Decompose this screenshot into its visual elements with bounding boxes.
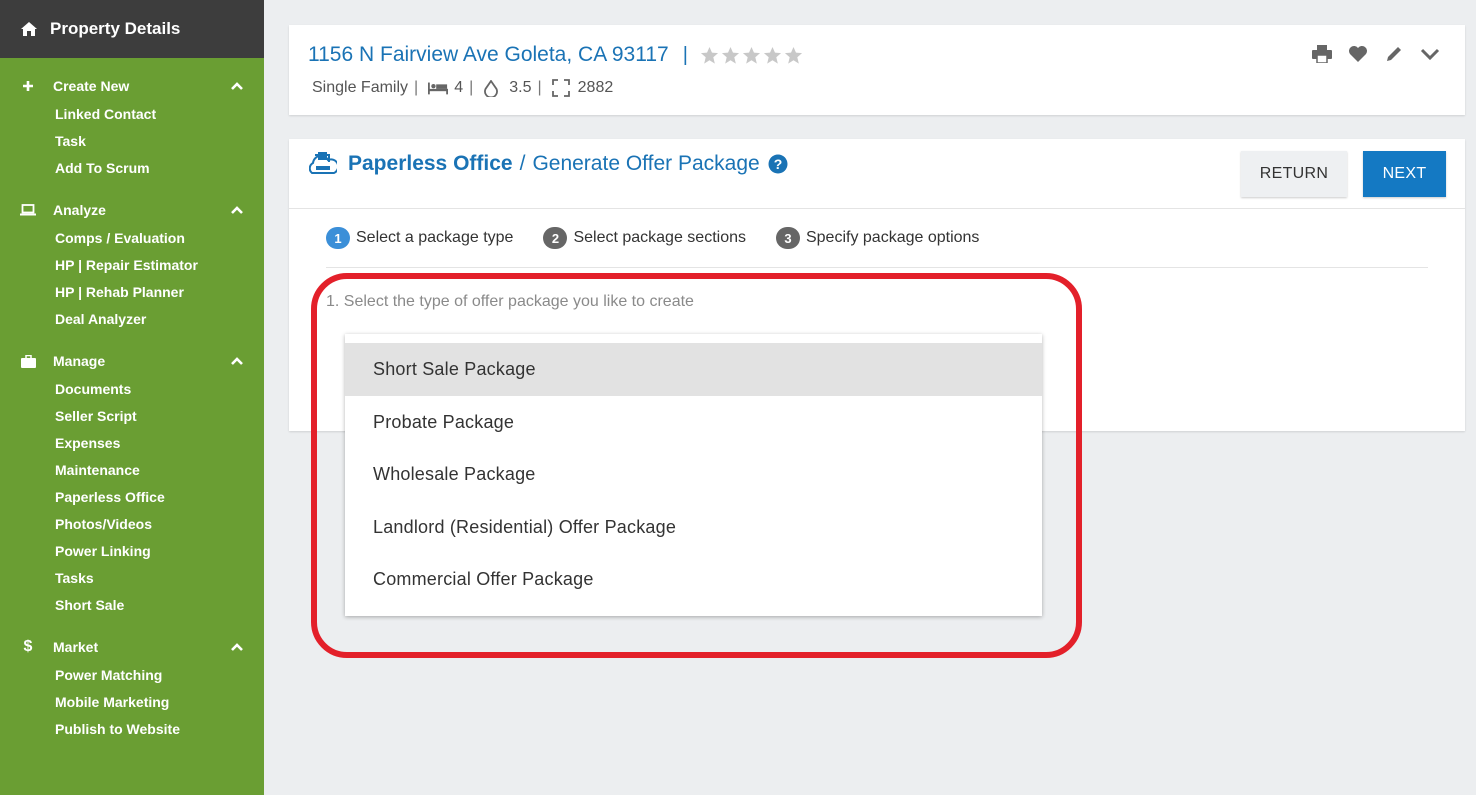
sidebar-item-repair-estimator[interactable]: HP | Repair Estimator	[0, 252, 264, 279]
sidebar-item-power-matching[interactable]: Power Matching	[0, 662, 264, 689]
option-probate-package[interactable]: Probate Package	[345, 396, 1042, 449]
plus-icon	[20, 78, 36, 94]
property-meta: Single Family | 4 | 3.5 | 2882	[312, 79, 614, 97]
sidebar: Property Details Create New Linked Conta…	[0, 0, 264, 795]
sidebar-section-create-new: Create New Linked Contact Task Add To Sc…	[0, 58, 264, 182]
step-3[interactable]: 3 Specify package options	[775, 227, 979, 249]
sidebar-item-documents[interactable]: Documents	[0, 376, 264, 403]
sidebar-item-add-to-scrum[interactable]: Add To Scrum	[0, 155, 264, 182]
laptop-icon	[20, 202, 36, 218]
section-header-market[interactable]: $ Market	[0, 636, 264, 658]
sidebar-item-power-linking[interactable]: Power Linking	[0, 538, 264, 565]
divider	[289, 208, 1465, 209]
step-2[interactable]: 2 Select package sections	[543, 227, 746, 249]
paperless-office-icon	[309, 152, 337, 174]
dollar-icon: $	[23, 638, 33, 655]
page-title: Generate Offer Package	[532, 152, 760, 175]
chevron-up-icon[interactable]	[228, 638, 246, 656]
sidebar-item-tasks[interactable]: Tasks	[0, 565, 264, 592]
sidebar-item-task[interactable]: Task	[0, 128, 264, 155]
option-wholesale-package[interactable]: Wholesale Package	[345, 448, 1042, 501]
option-landlord-offer-package[interactable]: Landlord (Residential) Offer Package	[345, 501, 1042, 554]
beds-count: 4	[454, 79, 464, 96]
sidebar-header: Property Details	[0, 0, 264, 58]
star-icon[interactable]	[742, 46, 761, 65]
sidebar-item-comps-evaluation[interactable]: Comps / Evaluation	[0, 225, 264, 252]
section-header-analyze[interactable]: Analyze	[0, 199, 264, 221]
bath-drop-icon	[483, 79, 503, 97]
chevron-up-icon[interactable]	[228, 201, 246, 219]
sidebar-item-publish-to-website[interactable]: Publish to Website	[0, 716, 264, 743]
sidebar-item-paperless-office[interactable]: Paperless Office	[0, 484, 264, 511]
breadcrumb-paperless-office[interactable]: Paperless Office	[348, 152, 513, 176]
sidebar-item-expenses[interactable]: Expenses	[0, 430, 264, 457]
next-button[interactable]: NEXT	[1363, 151, 1446, 197]
package-type-dropdown[interactable]: Short Sale Package Probate Package Whole…	[345, 334, 1042, 616]
edit-pencil-icon[interactable]	[1383, 43, 1405, 65]
step-1[interactable]: 1 Select a package type	[326, 227, 513, 249]
home-icon	[20, 20, 38, 38]
chevron-down-icon[interactable]	[1419, 43, 1441, 65]
sidebar-title: Property Details	[50, 19, 181, 38]
star-icon[interactable]	[784, 46, 803, 65]
baths-count: 3.5	[509, 79, 532, 96]
sidebar-item-linked-contact[interactable]: Linked Contact	[0, 101, 264, 128]
star-icon[interactable]	[763, 46, 782, 65]
sqft-value: 2882	[577, 79, 614, 96]
option-commercial-offer-package[interactable]: Commercial Offer Package	[345, 553, 1042, 606]
bed-icon	[428, 80, 449, 96]
svg-text:?: ?	[773, 156, 782, 172]
sidebar-item-mobile-marketing[interactable]: Mobile Marketing	[0, 689, 264, 716]
property-card: 1156 N Fairview Ave Goleta, CA 93117 | S…	[289, 25, 1465, 115]
chevron-up-icon[interactable]	[228, 77, 246, 95]
briefcase-icon	[20, 353, 36, 369]
breadcrumb: Paperless Office / Generate Offer Packag…	[309, 151, 788, 177]
expand-sqft-icon	[551, 79, 572, 97]
property-type: Single Family	[312, 79, 409, 96]
option-short-sale-package[interactable]: Short Sale Package	[345, 343, 1042, 396]
sidebar-section-analyze: Analyze Comps / Evaluation HP | Repair E…	[0, 182, 264, 333]
section-header-create-new[interactable]: Create New	[0, 75, 264, 97]
sidebar-section-manage: Manage Documents Seller Script Expenses …	[0, 333, 264, 619]
sidebar-item-short-sale[interactable]: Short Sale	[0, 592, 264, 619]
instruction-text: 1. Select the type of offer package you …	[326, 293, 694, 310]
rating-stars[interactable]	[700, 46, 803, 65]
star-icon[interactable]	[721, 46, 740, 65]
wizard-steps: 1 Select a package type 2 Select package…	[326, 227, 1009, 249]
print-icon[interactable]	[1311, 43, 1333, 65]
star-icon[interactable]	[700, 46, 719, 65]
sidebar-section-market: $ Market Power Matching Mobile Marketing…	[0, 619, 264, 743]
property-address[interactable]: 1156 N Fairview Ave Goleta, CA 93117	[308, 43, 669, 67]
sidebar-item-maintenance[interactable]: Maintenance	[0, 457, 264, 484]
return-button[interactable]: RETURN	[1241, 151, 1347, 197]
divider	[326, 267, 1428, 268]
sidebar-item-seller-script[interactable]: Seller Script	[0, 403, 264, 430]
heart-icon[interactable]	[1347, 43, 1369, 65]
sidebar-item-deal-analyzer[interactable]: Deal Analyzer	[0, 306, 264, 333]
sidebar-item-rehab-planner[interactable]: HP | Rehab Planner	[0, 279, 264, 306]
chevron-up-icon[interactable]	[228, 352, 246, 370]
address-separator: |	[682, 43, 688, 66]
sidebar-item-photos-videos[interactable]: Photos/Videos	[0, 511, 264, 538]
help-icon[interactable]: ?	[768, 154, 788, 174]
section-header-manage[interactable]: Manage	[0, 350, 264, 372]
